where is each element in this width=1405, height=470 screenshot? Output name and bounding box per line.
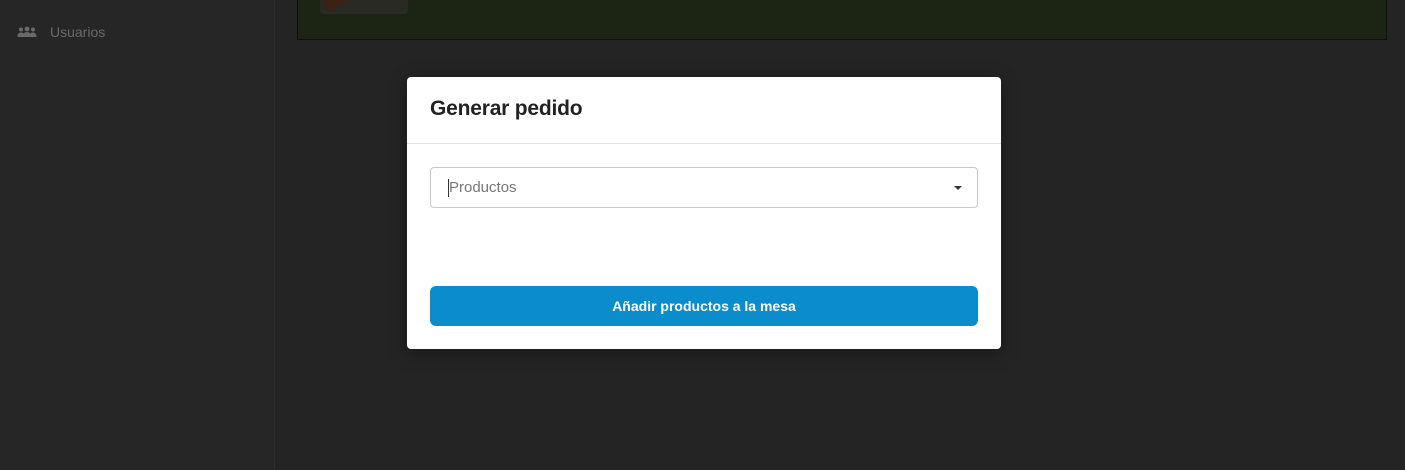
sidebar-item-label: Usuarios [50, 24, 106, 40]
products-select-placeholder: Productos [449, 179, 517, 196]
users-icon [17, 26, 37, 38]
chevron-down-icon[interactable] [954, 186, 962, 190]
order-modal: Generar pedido Productos Añadir producto… [407, 77, 1001, 349]
add-products-button[interactable]: Añadir productos a la mesa [430, 286, 978, 326]
sidebar-item-users[interactable]: Usuarios [17, 22, 105, 42]
modal-title: Generar pedido [430, 97, 583, 120]
thumbnail-image [322, 0, 348, 13]
modal-header: Generar pedido [407, 77, 1001, 144]
products-select[interactable]: Productos [430, 167, 978, 208]
app-window: Usuarios Generar pedido Productos Añadir… [0, 0, 1405, 470]
content-card [297, 0, 1387, 40]
sidebar: Usuarios [0, 0, 275, 470]
product-thumbnail[interactable] [320, 0, 408, 14]
